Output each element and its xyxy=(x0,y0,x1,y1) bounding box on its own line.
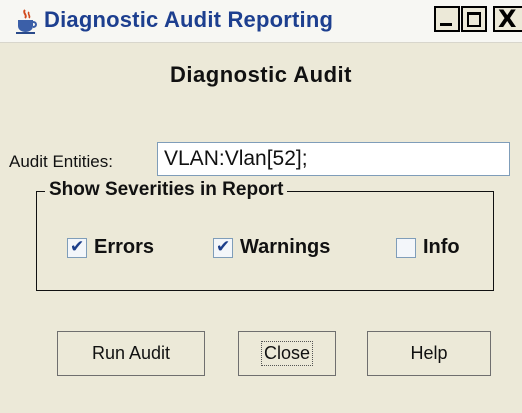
java-cup-icon xyxy=(16,9,37,34)
help-button[interactable]: Help xyxy=(367,331,491,376)
close-window-button[interactable]: X xyxy=(493,5,522,33)
minimize-button[interactable] xyxy=(434,6,460,32)
info-label: Info xyxy=(423,236,460,258)
close-icon: X xyxy=(498,5,517,33)
title-bar[interactable]: Diagnostic Audit Reporting X xyxy=(0,0,522,43)
dialog-heading: Diagnostic Audit xyxy=(170,62,352,87)
severities-legend: Show Severities in Report xyxy=(45,179,288,201)
warnings-label: Warnings xyxy=(240,236,331,258)
checkmark-icon[interactable] xyxy=(67,237,87,258)
maximize-button[interactable] xyxy=(461,6,487,32)
checkbox-box[interactable] xyxy=(396,237,416,258)
window-title: Diagnostic Audit Reporting xyxy=(44,7,334,32)
severities-group: Show Severities in Report Errors Warning… xyxy=(36,179,494,291)
errors-label: Errors xyxy=(94,236,155,258)
audit-entities-input[interactable] xyxy=(157,142,510,176)
errors-checkbox[interactable]: Errors xyxy=(67,236,154,259)
warnings-checkbox[interactable]: Warnings xyxy=(213,236,330,259)
audit-dialog: Diagnostic Audit Reporting X Diagnostic … xyxy=(0,0,522,413)
checkmark-icon[interactable] xyxy=(213,237,233,258)
info-checkbox[interactable]: Info xyxy=(396,236,460,259)
audit-entities-label: Audit Entities: xyxy=(9,152,113,171)
run-audit-button[interactable]: Run Audit xyxy=(57,331,205,376)
close-button-label: Close xyxy=(260,341,314,366)
close-button[interactable]: Close xyxy=(238,331,336,376)
